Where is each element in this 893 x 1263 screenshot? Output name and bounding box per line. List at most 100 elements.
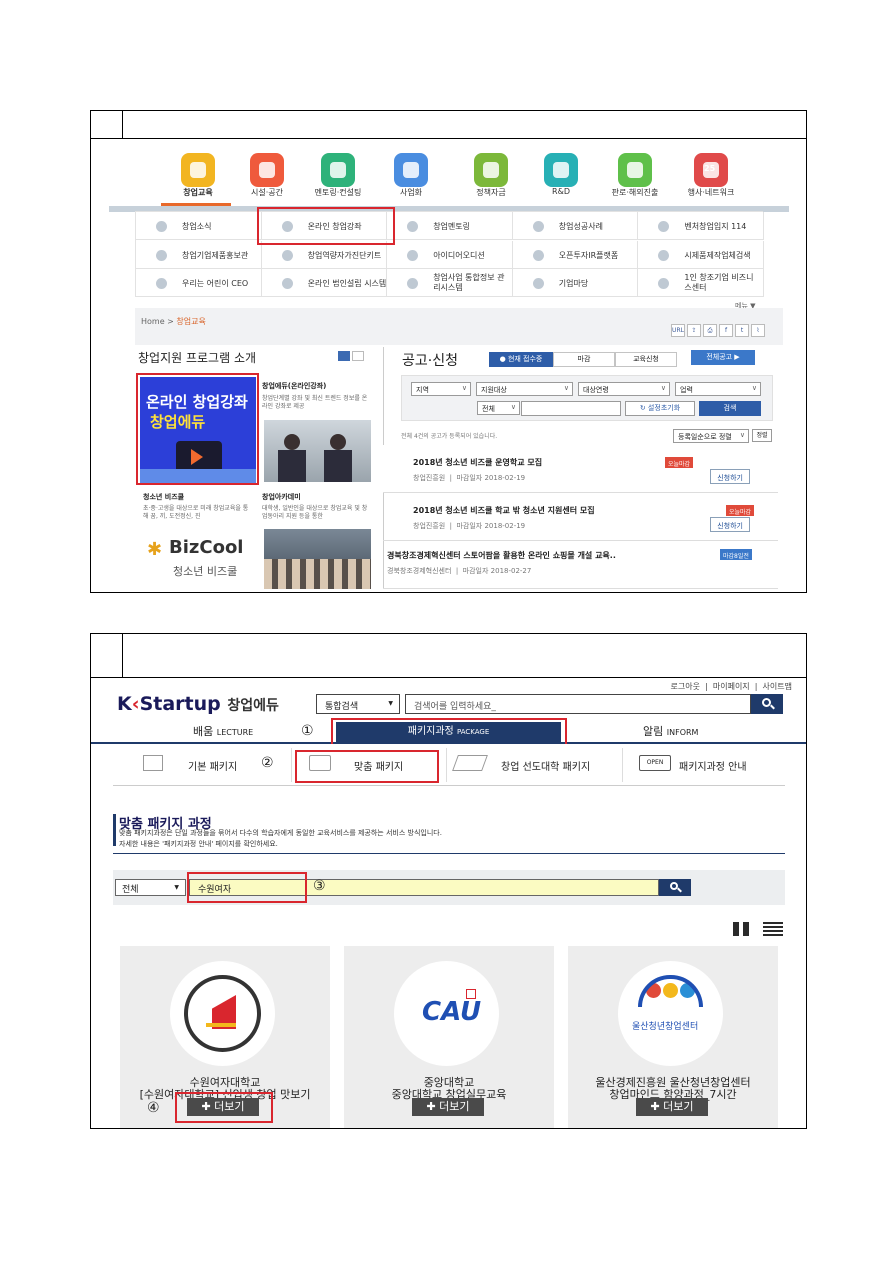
tab-icon-facility[interactable]	[250, 153, 284, 187]
search-button[interactable]: 검색	[699, 401, 761, 416]
search-button[interactable]	[751, 694, 783, 714]
subnav-guide[interactable]: 패키지과정 안내	[679, 758, 747, 773]
filter-search-button[interactable]	[659, 879, 691, 896]
menu-item[interactable]: 오픈투자IR플랫폼	[512, 240, 639, 269]
reset-button[interactable]: ↻ 설정초기화	[625, 401, 695, 416]
grid-view-icon[interactable]	[733, 922, 749, 936]
tab-commercialization[interactable]: 사업화	[400, 187, 422, 198]
tab-facility[interactable]: 시설·공간	[251, 187, 283, 198]
count-text: 전체 4건의 공고가 등록되어 있습니다.	[401, 433, 498, 440]
menu-item[interactable]: 창업소식	[136, 212, 262, 240]
notice-row[interactable]: 2018년 청소년 비즈쿨 학교 밖 청소년 지원센터 모집 창업진흥원 | 마감…	[383, 493, 778, 541]
notice-row[interactable]: 2018년 청소년 비즈쿨 운영학교 모집 창업진흥원 | 마감일자 2018-0…	[383, 445, 778, 493]
logout-link[interactable]: 로그아웃	[671, 682, 700, 691]
suwon-logo	[170, 961, 275, 1066]
nav-inform[interactable]: 알림 INFORM	[643, 723, 698, 739]
tab-closed[interactable]: 마감	[553, 352, 615, 367]
more-button-cau[interactable]: ✚ 더보기	[412, 1098, 484, 1116]
rss-icon[interactable]: ⌇	[751, 324, 765, 337]
highlight-online-course	[257, 207, 395, 245]
prog1-title[interactable]: 창업에듀(온라인강좌)	[262, 381, 326, 391]
tab-rnd[interactable]: R&D	[552, 187, 570, 196]
panel-2-frame: 로그아웃 | 마이페이지 | 사이트맵 K‹Startup 창업에듀 통합검색 …	[90, 633, 807, 1129]
prog3-title[interactable]: 창업아카데미	[262, 492, 301, 502]
menu-item-label: 창업소식	[182, 222, 212, 231]
menu-item[interactable]: 창업멘토링	[387, 212, 513, 240]
search-scope-select[interactable]: 통합검색 ▼	[316, 694, 400, 714]
tab-education[interactable]: 창업교육	[183, 187, 212, 198]
section-desc-2: 자세한 내용은 '패키지과정 안내' 페이지를 확인하세요.	[119, 840, 278, 848]
menu-item-label: 오픈투자IR플랫폼	[558, 250, 619, 260]
breadcrumb-home[interactable]: Home	[141, 317, 165, 326]
menu-item[interactable]: 창업기업제품홍보관	[136, 240, 262, 269]
tab-icon-rnd[interactable]	[544, 153, 578, 187]
highlight-filter-query	[187, 872, 307, 903]
tab-icon-commercialization[interactable]	[394, 153, 428, 187]
nav-lecture[interactable]: 배움 LECTURE	[193, 723, 253, 739]
highlight-nav-package	[331, 718, 567, 746]
tab-event[interactable]: 행사·네트워크	[688, 187, 735, 198]
prog2-title[interactable]: 청소년 비즈쿨	[143, 492, 184, 502]
sort-select[interactable]: 등록일순으로 정렬	[673, 429, 749, 443]
tab-market[interactable]: 판로·해외진출	[612, 187, 659, 198]
grid-view-icon[interactable]	[338, 351, 350, 361]
menu-item-icon	[156, 221, 167, 232]
menu-item-label: 온라인 법인설립 시스템	[307, 279, 387, 288]
sitemap-link[interactable]: 사이트맵	[763, 682, 792, 691]
more-button-ulsan[interactable]: ✚ 더보기	[636, 1098, 708, 1116]
all-notices-button[interactable]: 전체공고 ▶	[691, 350, 755, 365]
mypage-link[interactable]: 마이페이지	[713, 682, 750, 691]
list-view-icon[interactable]	[763, 922, 783, 936]
tab-icon-education[interactable]	[181, 153, 215, 187]
menu-item-icon	[281, 278, 293, 289]
notice-title[interactable]: 2018년 청소년 비즈쿨 학교 밖 청소년 지원센터 모집	[413, 505, 595, 516]
sort-button[interactable]: 정렬	[752, 429, 772, 442]
filter-all-select[interactable]: 전체	[477, 401, 520, 415]
filter-age[interactable]: 대상연령	[578, 382, 670, 396]
breadcrumb-current[interactable]: 창업교육	[176, 317, 205, 326]
menu-item[interactable]: 창업성공사례	[512, 212, 639, 240]
menu-item[interactable]: 기업마당	[512, 269, 639, 297]
tab-mentoring[interactable]: 멘토링·컨설팅	[315, 187, 362, 198]
tab-policy-fund[interactable]: 정책자금	[476, 187, 505, 198]
filter-keyword-input[interactable]	[521, 401, 621, 416]
tab-current[interactable]: ● 현재 접수중	[489, 352, 553, 367]
filter-category-select[interactable]: 전체 ▼	[115, 879, 186, 896]
subnav-leading-univ[interactable]: 창업 선도대학 패키지	[501, 758, 590, 773]
menu-item-label: 시제품제작업체검색	[684, 250, 751, 260]
url-icon[interactable]: URL	[671, 324, 685, 337]
list-view-icon[interactable]	[352, 351, 364, 361]
notice-title: 공고·신청	[402, 353, 458, 369]
tab-education[interactable]: 교육신청	[615, 352, 677, 367]
cau-logo: CAU	[394, 961, 499, 1066]
filter-target[interactable]: 지원대상	[476, 382, 573, 396]
menu-item[interactable]: 1인 창조기업 비즈니스센터	[638, 269, 764, 297]
tab-icon-policy-fund[interactable]	[474, 153, 508, 187]
subnav-basic[interactable]: 기본 패키지	[188, 758, 237, 773]
tab-icon-market[interactable]	[618, 153, 652, 187]
notice-title[interactable]: 경북창조경제혁신센터 스토어팜을 활용한 온라인 쇼핑몰 개설 교육..	[387, 550, 616, 561]
marker-1: ①	[301, 723, 314, 739]
prog2-desc: 초·중·고생을 대상으로 미래 창업교육을 통해 꿈, 끼, 도전정신, 진	[143, 505, 249, 520]
search-input[interactable]: 검색어를 입력하세요_	[405, 694, 751, 714]
menu-item[interactable]: 시제품제작업체검색	[638, 240, 764, 269]
twitter-icon[interactable]: t	[735, 324, 749, 337]
apply-button[interactable]: 신청하기	[710, 517, 750, 532]
menu-item[interactable]: 창업사업 통합정보 관리시스템	[387, 269, 513, 297]
filter-region[interactable]: 지역	[411, 382, 471, 396]
menu-item[interactable]: 아이디어오디션	[387, 240, 513, 269]
site-logo[interactable]: K‹Startup 창업에듀	[117, 693, 279, 715]
menu-item[interactable]: 벤처창업입지 114	[638, 212, 764, 240]
print-icon[interactable]: ⎙	[703, 324, 717, 337]
tab-icon-mentoring[interactable]	[321, 153, 355, 187]
notice-row[interactable]: 경북창조경제혁신센터 스토어팜을 활용한 온라인 쇼핑몰 개설 교육.. 경북창조…	[383, 541, 778, 589]
filter-career[interactable]: 업력	[675, 382, 761, 396]
menu-item[interactable]: 온라인 법인설립 시스템	[261, 269, 388, 297]
facebook-icon[interactable]: f	[719, 324, 733, 337]
menu-item-icon	[407, 221, 419, 232]
menu-item[interactable]: 우리는 어린이 CEO	[136, 269, 262, 297]
share-icon[interactable]: ⇪	[687, 324, 701, 337]
apply-button[interactable]: 신청하기	[710, 469, 750, 484]
notice-title[interactable]: 2018년 청소년 비즈쿨 운영학교 모집	[413, 457, 542, 468]
highlight-subnav-custom	[295, 750, 439, 783]
